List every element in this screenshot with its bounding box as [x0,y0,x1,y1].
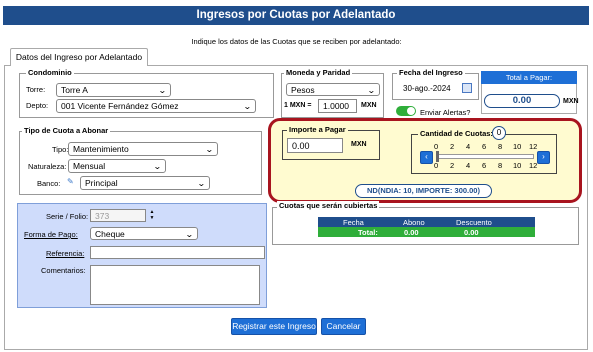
referencia-input[interactable] [90,246,265,259]
tick-label-bottom: 10 [513,161,522,170]
tick-label-top: 2 [450,142,455,151]
total-header: Total a Pagar: [481,71,577,84]
importe-input[interactable]: 0.00 [287,138,343,153]
moneda-legend: Moneda y Paridad [284,68,353,77]
tick-label-bottom: 8 [498,161,503,170]
page-title: Ingresos por Cuotas por Adelantado [3,6,589,25]
fecha-input[interactable]: 30-ago.-2024 [399,82,461,95]
enviar-alertas-label: Enviar Alertas? [420,108,471,117]
tick-label-bottom: 12 [529,161,538,170]
tick-label-top: 4 [466,142,471,151]
importe-legend: Importe a Pagar [287,125,348,134]
tick-label-bottom: 6 [482,161,487,170]
moneda-group: Moneda y Paridad Pesos ⌄ 1 MXN = 1.0000 … [281,68,384,118]
cantidad-ticks-bottom: 0 2 4 6 8 10 12 [434,161,544,171]
chevron-down-icon: ⌄ [243,102,253,111]
total-currency: MXN [563,98,579,105]
serie-input: 373 [90,209,146,222]
referencia-label: Referencia: [46,249,85,258]
banco-label: Banco: [37,179,61,188]
chevron-right-icon: › [542,152,545,161]
paridad-input[interactable]: 1.0000 [318,99,357,113]
tag-icon: ✎ [67,177,74,186]
torre-select[interactable]: Torre A ⌄ [56,83,171,97]
total-abono: 0.00 [404,228,419,237]
tick-label-bottom: 0 [434,161,439,170]
tipo-label: Tipo: [52,145,69,154]
cantidad-legend: Cantidad de Cuotas: [418,129,495,138]
col-header-fecha: Fecha [343,218,364,227]
importe-currency: MXN [351,141,367,148]
tick-label-top: 0 [434,142,439,151]
forma-pago-label: Forma de Pago: [24,230,78,239]
condominio-group: Condominio Torre: Torre A ⌄ Depto: 001 V… [19,68,274,118]
chevron-down-icon: ⌄ [185,230,195,239]
forma-pago-select-value: Cheque [95,229,125,239]
fecha-group: Fecha del Ingreso 30-ago.-2024 [392,68,479,100]
instructions-text: Indique los datos de las Cuotas que se r… [191,37,402,46]
col-header-descuento: Descuento [456,218,492,227]
banco-select-value: Principal [85,178,118,188]
tick-label-top: 12 [529,142,538,151]
comentarios-label: Comentarios: [41,266,86,275]
cubiertas-legend: Cuotas que serán cubiertas [277,201,380,210]
total-label: Total: [358,228,378,237]
enviar-alertas-toggle[interactable] [396,106,416,116]
total-value: 0.00 [484,94,560,108]
depto-select[interactable]: 001 Vicente Fernández Gómez ⌄ [56,99,256,113]
total-descuento: 0.00 [464,228,479,237]
col-header-abono: Abono [403,218,425,227]
naturaleza-label: Naturaleza: [28,162,67,171]
paridad-prefix: 1 MXN = [284,102,312,109]
register-button[interactable]: Registrar este Ingreso [231,318,317,335]
torre-select-value: Torre A [61,85,88,95]
naturaleza-select[interactable]: Mensual ⌄ [68,159,166,173]
paridad-suffix: MXN [361,102,377,109]
chevron-down-icon: ⌄ [153,162,163,171]
cantidad-ticks-top: 0 2 4 6 8 10 12 [434,142,544,152]
banco-select[interactable]: Principal ⌄ [80,176,210,190]
tick-label-top: 6 [482,142,487,151]
pago-panel: Serie / Folio: 373 ▲ ▼ Forma de Pago: Ch… [17,203,267,308]
chevron-down-icon: ⌄ [205,145,215,154]
tick-label-bottom: 4 [466,161,471,170]
chevron-down-icon: ⌄ [158,86,168,95]
tick-label-top: 10 [513,142,522,151]
moneda-select-value: Pesos [291,85,315,95]
tipo-cuota-group: Tipo de Cuota a Abonar Tipo: Mantenimien… [19,126,262,195]
tipo-select[interactable]: Mantenimiento ⌄ [68,142,218,156]
depto-label: Depto: [26,101,49,110]
tab-datos-ingreso[interactable]: Datos del Ingreso por Adelantado [10,48,148,66]
serie-label: Serie / Folio: [46,212,89,221]
caret-down-icon[interactable]: ▼ [148,215,156,221]
cancel-button[interactable]: Cancelar [321,318,366,335]
cantidad-decrease-button[interactable]: ‹ [420,151,433,164]
moneda-select[interactable]: Pesos ⌄ [286,83,380,96]
chevron-left-icon: ‹ [425,152,428,161]
naturaleza-select-value: Mensual [73,161,106,171]
tipo-cuota-legend: Tipo de Cuota a Abonar [22,126,111,135]
toggle-knob [407,107,415,115]
cantidad-group: Cantidad de Cuotas: 0 ‹ › 0 2 4 6 8 10 1… [411,126,557,174]
serie-stepper[interactable]: ▲ ▼ [148,209,156,222]
condominio-legend: Condominio [26,68,74,77]
nd-button[interactable]: ND(NDIA: 10, IMPORTE: 300.00) [355,184,492,198]
tick-label-bottom: 2 [450,161,455,170]
tick-label-top: 8 [498,142,503,151]
cantidad-value: 0 [492,126,506,140]
forma-pago-select[interactable]: Cheque ⌄ [90,227,198,240]
importe-group: Importe a Pagar 0.00 MXN [282,125,380,160]
fecha-legend: Fecha del Ingreso [397,68,465,77]
cubiertas-total-row: Total: 0.00 0.00 [318,227,535,237]
tipo-select-value: Mantenimiento [73,144,129,154]
comentarios-textarea[interactable] [90,265,260,305]
depto-select-value: 001 Vicente Fernández Gómez [61,101,179,111]
cantidad-slider[interactable] [436,151,534,162]
cubiertas-group: Cuotas que serán cubiertas Fecha Abono D… [272,201,579,245]
chevron-down-icon: ⌄ [367,86,377,95]
calendar-icon[interactable] [462,83,472,93]
chevron-down-icon: ⌄ [197,179,207,188]
torre-label: Torre: [26,85,46,94]
cubiertas-table-header: Fecha Abono Descuento [318,217,535,227]
